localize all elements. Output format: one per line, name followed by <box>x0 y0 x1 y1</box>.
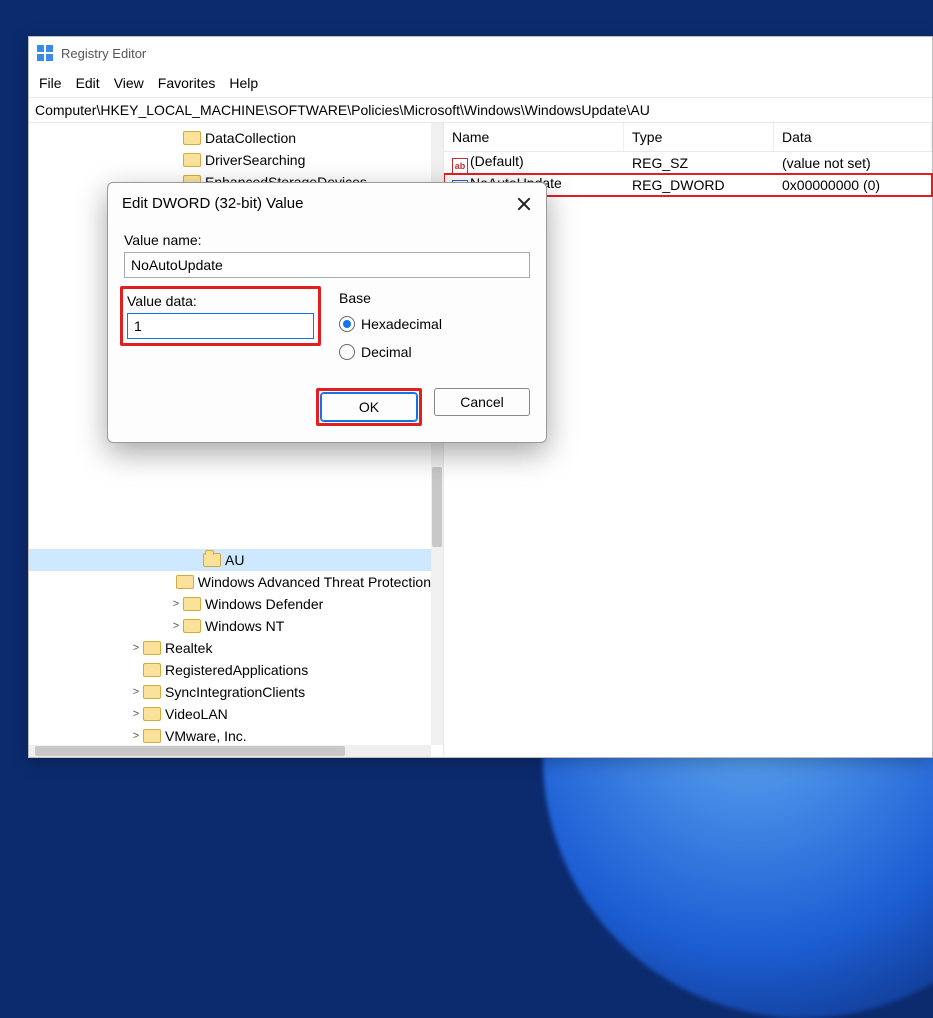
folder-icon <box>183 153 201 167</box>
tree-node-label: VMware, Inc. <box>165 728 247 744</box>
value-data-field[interactable] <box>127 313 314 339</box>
tree-node-label: Windows Defender <box>205 596 323 612</box>
radio-icon <box>339 344 355 360</box>
value-type-icon: ab <box>452 158 468 174</box>
dialog-title: Edit DWORD (32-bit) Value <box>122 195 303 212</box>
ok-button-highlight: OK <box>316 388 422 426</box>
folder-icon <box>176 575 193 589</box>
tree-node-label: AU <box>225 552 244 568</box>
folder-icon <box>183 131 201 145</box>
address-bar[interactable]: Computer\HKEY_LOCAL_MACHINE\SOFTWARE\Pol… <box>29 97 932 123</box>
tree-node-label: SyncIntegrationClients <box>165 684 305 700</box>
value-data-highlight: Value data: <box>120 286 321 346</box>
value-row[interactable]: ab(Default) REG_SZ(value not set) <box>444 152 932 174</box>
tree-node[interactable]: AU <box>29 549 431 571</box>
tree-node[interactable]: > Realtek <box>29 637 431 659</box>
tree-node-label: VideoLAN <box>165 706 228 722</box>
dialog-buttons: OK Cancel <box>108 382 546 442</box>
tree-node-label: DataCollection <box>205 130 296 146</box>
tree-node[interactable]: > VideoLAN <box>29 703 431 725</box>
tree-node-label: RegisteredApplications <box>165 662 308 678</box>
folder-icon <box>143 707 161 721</box>
ok-button[interactable]: OK <box>321 393 417 421</box>
value-name-field[interactable] <box>124 252 530 278</box>
radio-decimal[interactable]: Decimal <box>339 344 530 360</box>
regedit-icon <box>37 45 53 61</box>
radio-icon <box>339 316 355 332</box>
folder-icon <box>183 619 201 633</box>
tree-node[interactable]: Windows Advanced Threat Protection <box>29 571 431 593</box>
tree-node[interactable]: > SyncIntegrationClients <box>29 681 431 703</box>
tree-node-label: Windows Advanced Threat Protection <box>198 574 431 590</box>
value-data-label: Value data: <box>127 293 314 309</box>
tree-node[interactable]: > Windows Defender <box>29 593 431 615</box>
value-name-label: Value name: <box>124 232 530 248</box>
expand-icon[interactable]: > <box>169 598 183 610</box>
col-header-name[interactable]: Name <box>444 123 624 151</box>
cancel-button[interactable]: Cancel <box>434 388 530 416</box>
value-name: (Default) <box>470 153 524 169</box>
tree-node-label: Realtek <box>165 640 212 656</box>
menu-file[interactable]: File <box>39 75 62 91</box>
expand-icon[interactable]: > <box>129 686 143 698</box>
expand-icon[interactable]: > <box>129 708 143 720</box>
window-title: Registry Editor <box>61 46 146 61</box>
folder-icon <box>143 663 161 677</box>
tree-node[interactable]: > Windows NT <box>29 615 431 637</box>
value-type: REG_SZ <box>624 154 774 172</box>
menu-help[interactable]: Help <box>229 75 258 91</box>
radio-dec-label: Decimal <box>361 344 412 360</box>
menu-favorites[interactable]: Favorites <box>158 75 216 91</box>
folder-icon <box>143 729 161 743</box>
tree-node[interactable]: > VMware, Inc. <box>29 725 431 745</box>
tree-node[interactable]: DriverSearching <box>29 149 431 171</box>
radio-hex-label: Hexadecimal <box>361 316 442 332</box>
scrollbar-thumb[interactable] <box>432 467 442 547</box>
folder-icon <box>203 553 221 567</box>
menu-view[interactable]: View <box>114 75 144 91</box>
dialog-titlebar[interactable]: Edit DWORD (32-bit) Value <box>108 183 546 220</box>
menubar: File Edit View Favorites Help <box>29 69 932 97</box>
edit-dword-dialog: Edit DWORD (32-bit) Value Value name: Va… <box>107 182 547 443</box>
tree-node[interactable]: RegisteredApplications <box>29 659 431 681</box>
value-data: 0x00000000 (0) <box>774 176 932 194</box>
folder-icon <box>183 597 201 611</box>
folder-icon <box>143 685 161 699</box>
tree-node[interactable]: DataCollection <box>29 127 431 149</box>
close-icon[interactable] <box>516 196 532 212</box>
tree-node-label: Windows NT <box>205 618 284 634</box>
scrollbar-thumb[interactable] <box>35 746 345 756</box>
expand-icon[interactable]: > <box>129 642 143 654</box>
titlebar[interactable]: Registry Editor <box>29 37 932 69</box>
radio-hexadecimal[interactable]: Hexadecimal <box>339 316 530 332</box>
col-header-type[interactable]: Type <box>624 123 774 151</box>
tree-node-label: DriverSearching <box>205 152 305 168</box>
expand-icon[interactable]: > <box>169 620 183 632</box>
value-type: REG_DWORD <box>624 176 774 194</box>
tree-horizontal-scrollbar[interactable] <box>29 745 431 757</box>
menu-edit[interactable]: Edit <box>76 75 100 91</box>
values-header[interactable]: Name Type Data <box>444 123 932 152</box>
base-group-label: Base <box>339 290 530 306</box>
col-header-data[interactable]: Data <box>774 123 932 151</box>
expand-icon[interactable]: > <box>129 730 143 742</box>
folder-icon <box>143 641 161 655</box>
value-data: (value not set) <box>774 154 932 172</box>
